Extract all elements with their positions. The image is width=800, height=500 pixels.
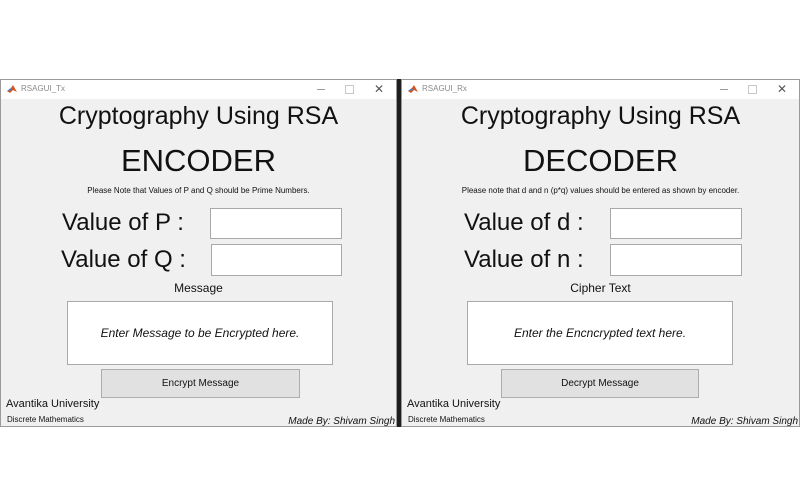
value-q-label: Value of Q :	[61, 246, 186, 273]
decoder-titlebar: RSAGUI_Rx ✕	[402, 80, 799, 99]
key-note: Please note that d and n (p*q) values sh…	[461, 186, 740, 195]
minimize-button[interactable]	[713, 81, 735, 98]
close-button[interactable]: ✕	[771, 81, 793, 98]
window-title: RSAGUI_Rx	[422, 84, 467, 93]
university-label: Avantika University	[6, 398, 100, 410]
value-d-label: Value of d :	[464, 209, 584, 236]
value-p-label: Value of P :	[62, 209, 184, 236]
value-d-input[interactable]	[610, 208, 742, 239]
message-input[interactable]: Enter Message to be Encrypted here.	[67, 301, 333, 365]
encoder-titlebar: RSAGUI_Tx ✕	[1, 80, 396, 99]
maximize-button[interactable]	[741, 81, 763, 98]
mode-heading: DECODER	[522, 143, 678, 178]
mode-heading: ENCODER	[120, 143, 276, 178]
maximize-icon	[344, 84, 354, 94]
close-icon: ✕	[776, 82, 788, 96]
message-label: Message	[174, 281, 223, 295]
app-heading: Cryptography Using RSA	[460, 102, 741, 130]
decrypt-message-button[interactable]: Decrypt Message	[501, 369, 699, 398]
matlab-icon	[408, 85, 418, 93]
window-title: RSAGUI_Tx	[21, 84, 66, 93]
minimize-button[interactable]	[310, 81, 332, 98]
decoder-window: RSAGUI_Rx ✕ Cryptography Using RSA DECOD…	[401, 79, 800, 427]
author-credit: Made By: Shivam Singh	[288, 416, 395, 427]
author-credit: Made By: Shivam Singh	[691, 416, 798, 427]
prime-note: Please Note that Values of P and Q shoul…	[87, 186, 310, 195]
app-heading: Cryptography Using RSA	[58, 102, 339, 130]
university-label: Avantika University	[407, 398, 501, 410]
minimize-icon	[317, 88, 325, 90]
cipher-text-label: Cipher Text	[570, 281, 631, 295]
value-q-input[interactable]	[211, 244, 342, 276]
value-p-input[interactable]	[210, 208, 342, 239]
maximize-button[interactable]	[338, 81, 360, 98]
minimize-icon	[720, 88, 728, 90]
maximize-icon	[747, 84, 757, 94]
close-icon: ✕	[373, 82, 385, 96]
encrypt-message-button[interactable]: Encrypt Message	[101, 369, 300, 398]
department-label: Discrete Mathematics	[7, 415, 84, 424]
cipher-text-input[interactable]: Enter the Encncrypted text here.	[467, 301, 733, 365]
value-n-input[interactable]	[610, 244, 742, 276]
department-label: Discrete Mathematics	[408, 415, 485, 424]
value-n-label: Value of n :	[464, 246, 584, 273]
matlab-icon	[7, 85, 17, 93]
encoder-window: RSAGUI_Tx ✕ Cryptography Using RSA ENCOD…	[0, 79, 397, 427]
close-button[interactable]: ✕	[368, 81, 390, 98]
